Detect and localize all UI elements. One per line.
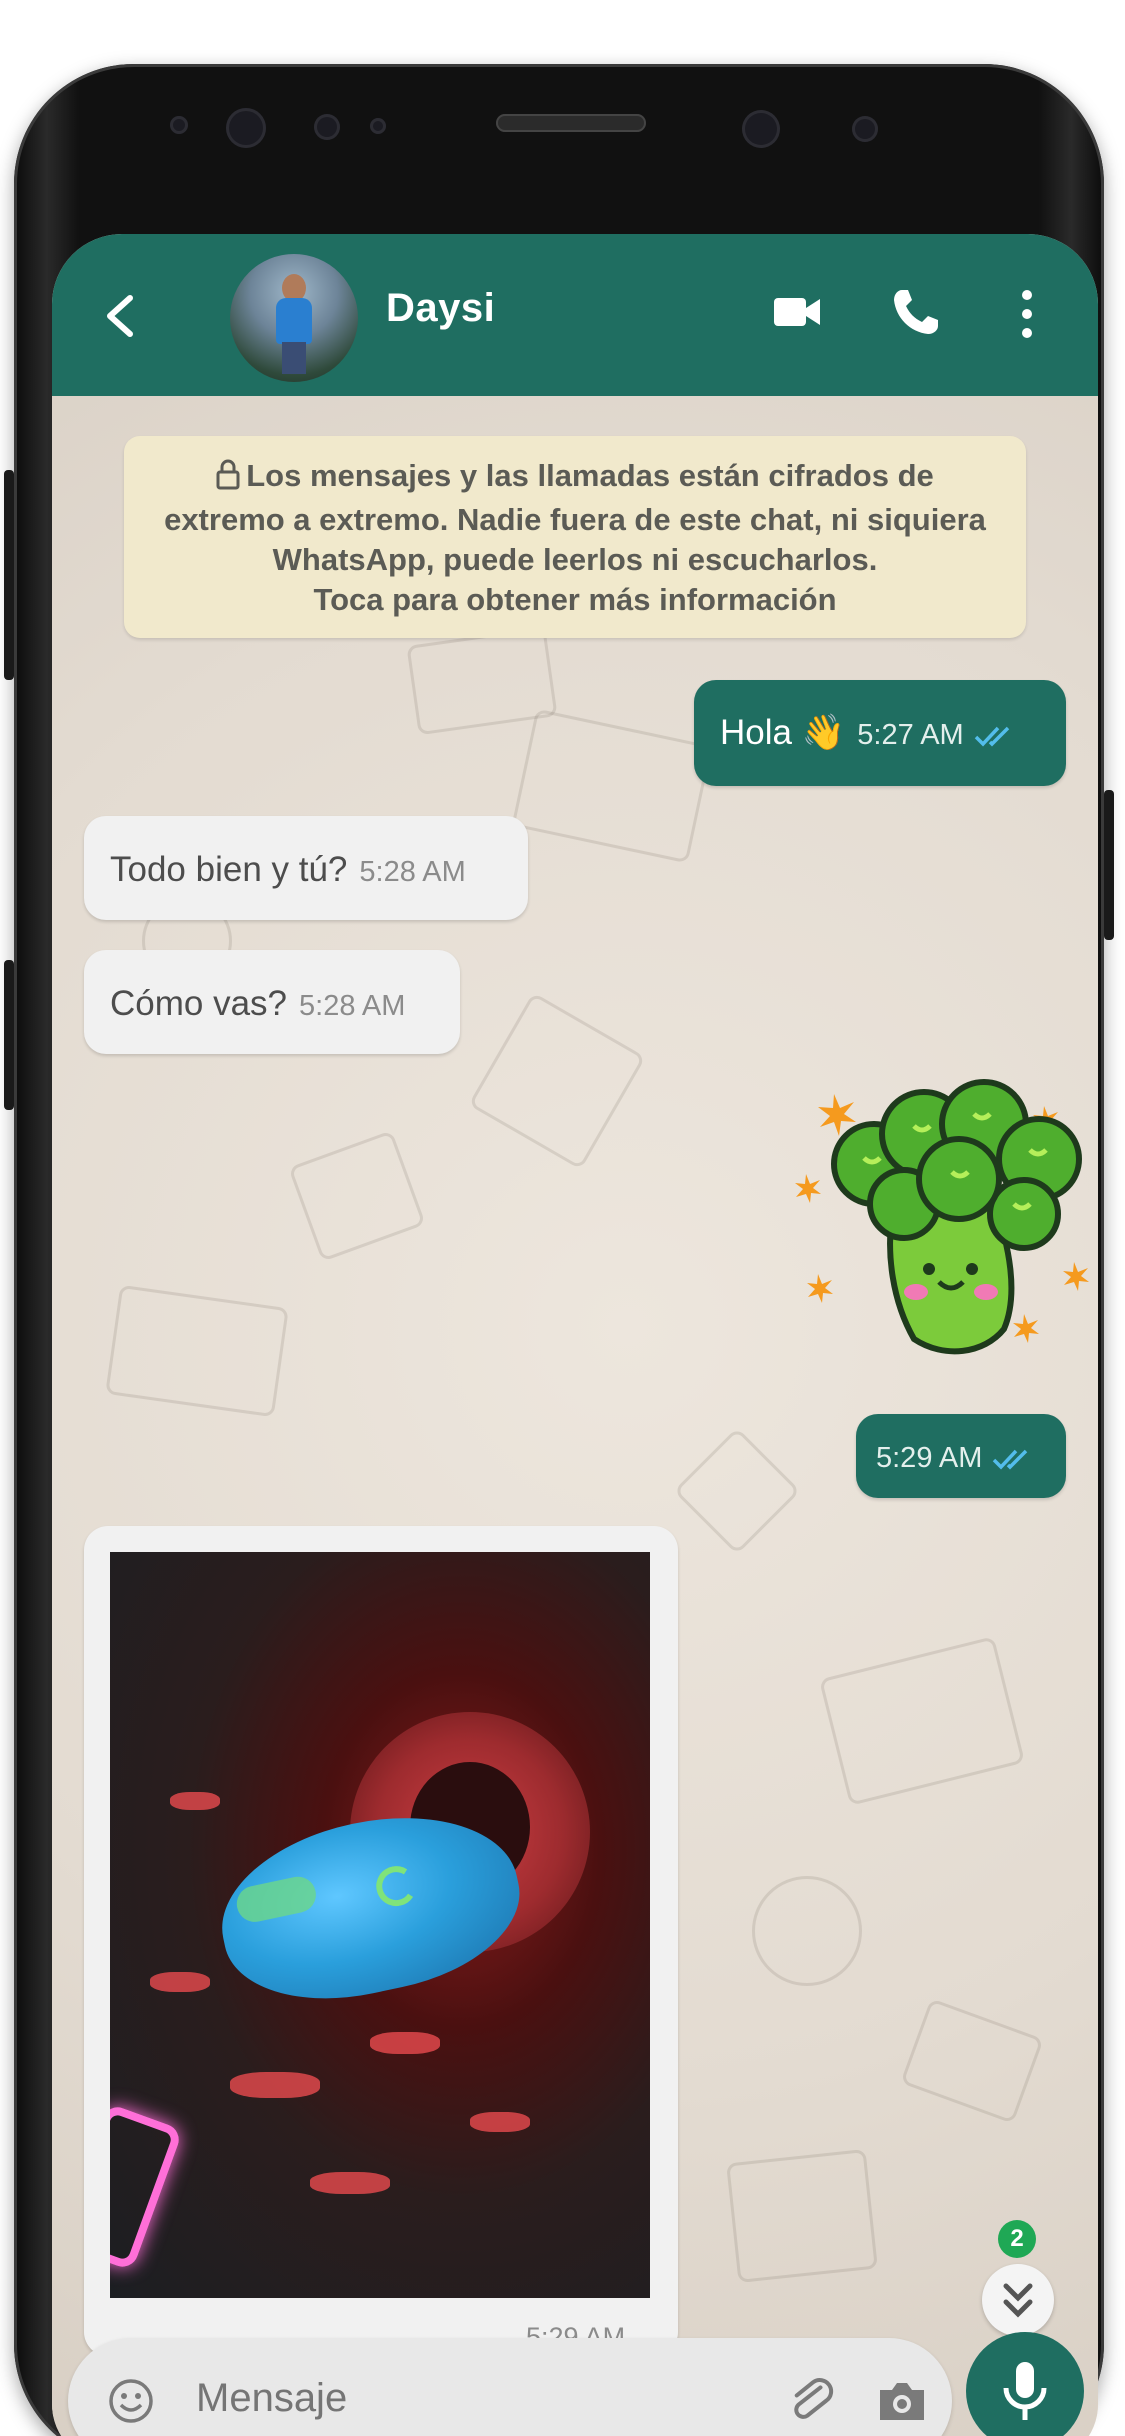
contact-name[interactable]: Daysi [386,286,495,331]
wallpaper-doodle [288,1130,426,1262]
unread-count-badge: 2 [998,2220,1036,2258]
photo-detail [310,2172,390,2194]
photo-detail [170,1792,220,1810]
outgoing-message[interactable]: Hola 👋 5:27 AM [694,680,1066,786]
photo-detail [370,2032,440,2054]
message-time: 5:29 AM [876,1442,983,1474]
message-text: Todo bien y tú? [110,850,348,889]
camera-icon[interactable] [876,2380,928,2427]
chat-header: Daysi [52,234,1098,396]
front-sensor [370,118,386,134]
double-chevron-down-icon [1003,2283,1033,2318]
iris-camera [742,110,780,148]
lock-icon [216,458,240,500]
wallpaper-doodle [818,1636,1026,1806]
phone-call-icon[interactable] [890,286,942,343]
front-camera [226,108,266,148]
wallpaper-doodle [511,708,713,864]
wallpaper-doodle [900,1998,1044,2124]
scroll-to-bottom-button[interactable] [982,2264,1054,2336]
phone-side-button [4,960,14,1110]
avatar-legs [282,342,306,374]
chat-screen: Daysi Los mensajes y las llamadas están … [52,234,1098,2436]
message-time: 5:28 AM [299,990,406,1022]
message-time: 5:28 AM [359,856,466,888]
photo-detail [372,1862,420,1910]
read-ticks-icon [992,1440,1034,1480]
front-sensor [170,116,188,134]
encryption-notice-text: Los mensajes y las llamadas están cifrad… [246,458,934,493]
incoming-message[interactable]: Todo bien y tú? 5:28 AM [84,816,528,920]
back-arrow-icon[interactable] [100,292,140,340]
sticker-time-bubble: 5:29 AM [856,1414,1066,1498]
attach-icon[interactable] [788,2376,834,2431]
emoji-icon[interactable] [108,2378,154,2429]
phone-frame: Daysi Los mensajes y las llamadas están … [14,64,1104,2436]
contact-avatar[interactable] [230,254,358,382]
photo-detail [150,1972,210,1992]
encryption-notice-text: WhatsApp, puede leerlos ni escucharlos. [272,542,878,577]
photo-detail [110,2102,184,2272]
encryption-notice-text: extremo a extremo. Nadie fuera de este c… [164,502,986,537]
photo-detail [233,1873,320,1926]
broccoli-sticker[interactable] [794,1054,1098,1384]
more-vert-icon[interactable] [1020,288,1034,345]
wallpaper-doodle [105,1284,289,1418]
photo-detail [470,2112,530,2132]
iris-sensor [852,116,878,142]
message-text: Cómo vas? [110,984,288,1023]
message-photo[interactable] [110,1552,650,2298]
photo-detail [230,2072,320,2098]
message-text: Hola 👋 [720,713,846,752]
encryption-notice[interactable]: Los mensajes y las llamadas están cifrad… [124,436,1026,638]
encryption-notice-link[interactable]: Toca para obtener más información [124,580,1026,620]
message-input[interactable] [196,2376,716,2421]
earpiece-speaker [496,114,646,132]
video-call-icon[interactable] [772,292,822,337]
avatar-body [276,298,312,344]
voice-message-button[interactable] [966,2332,1084,2436]
wallpaper-doodle [673,1427,801,1555]
message-composer [68,2338,952,2436]
wallpaper-doodle [752,1876,862,1986]
mic-icon [1003,2362,1047,2420]
wallpaper-doodle [468,992,646,1170]
phone-side-button [1104,790,1114,940]
read-ticks-icon [974,717,1016,757]
incoming-image-message[interactable]: 5:29 AM [84,1526,678,2356]
wallpaper-doodle [726,2149,878,2283]
incoming-message[interactable]: Cómo vas? 5:28 AM [84,950,460,1054]
message-time: 5:27 AM [857,719,964,751]
front-sensor [314,114,340,140]
phone-side-button [4,470,14,680]
encryption-notice-line: Los mensajes y las llamadas están cifrad… [124,456,1026,500]
